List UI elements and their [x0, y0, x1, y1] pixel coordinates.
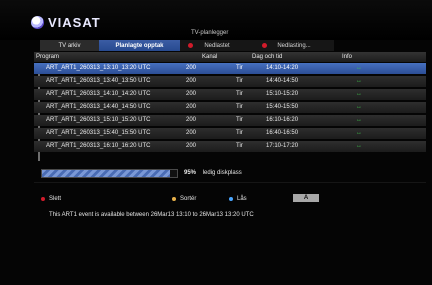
tab-label: TV arkiv [58, 42, 81, 49]
record-icon [262, 43, 267, 48]
row-tid: 16:10-16:20 [266, 117, 299, 123]
row-dag: Tir [236, 104, 243, 110]
legend-sort-label: Sortér [180, 196, 197, 202]
disk-space-text: 95% ledig diskplass [184, 170, 242, 176]
row-dag: Tir [236, 130, 243, 136]
row-tid: 15:10-15:20 [266, 91, 299, 97]
tab-nedlasting[interactable]: Nedlasting... [254, 40, 334, 51]
record-icon [188, 43, 193, 48]
viasat-logo-icon [31, 16, 44, 29]
row-program: ART_ART1_260313_14:10_14:20 UTC [46, 91, 151, 97]
blue-button-icon [229, 197, 233, 201]
row-tid: 16:40-16:50 [266, 130, 299, 136]
col-dag-och-tid: Dag och tid [252, 54, 283, 60]
row-tid: 17:10-17:20 [266, 143, 299, 149]
info-arrow-icon[interactable]: ↔ [356, 65, 362, 71]
row-kanal: 200 [186, 104, 197, 110]
logo-text: VIASAT [48, 15, 101, 30]
legend-lock-label: Lås [237, 196, 247, 202]
tab-nedlastet[interactable]: Nedlastet [180, 40, 254, 51]
row-dag: Tir [236, 65, 243, 71]
column-header: Program Kanal Dag och tid Info [34, 52, 426, 62]
table-row[interactable]: ART_ART1_260313_13:10_13:20 UTC 200 Tir … [34, 63, 426, 74]
legend-delete[interactable]: Slett [41, 196, 61, 202]
legend-sort[interactable]: Sortér [172, 196, 196, 202]
row-dag: Tir [236, 91, 243, 97]
header: VIASAT TV-planlegger [0, 0, 432, 40]
event-info-text: This ART1 event is available between 26M… [49, 212, 254, 218]
row-dag: Tir [236, 117, 243, 123]
row-kanal: 200 [186, 117, 197, 123]
table-row[interactable]: ART_ART1_260313_13:40_13:50 UTC 200 Tir … [34, 76, 426, 87]
tab-tv-arkiv[interactable]: TV arkiv [40, 40, 99, 51]
info-arrow-icon[interactable]: ↔ [356, 104, 362, 110]
row-program: ART_ART1_260313_13:40_13:50 UTC [46, 78, 151, 84]
recordings-list: ART_ART1_260313_13:10_13:20 UTC 200 Tir … [34, 63, 426, 154]
row-program: ART_ART1_260313_14:40_14:50 UTC [46, 104, 151, 110]
info-arrow-icon[interactable]: ↔ [356, 130, 362, 136]
tab-label: Nedlastet [204, 42, 230, 49]
disk-space-bar [41, 169, 178, 178]
screen: VIASAT TV-planlegger TV arkiv Planlagte … [0, 0, 432, 285]
row-tid: 14:10-14:20 [266, 65, 299, 71]
row-program: ART_ART1_260313_16:10_16:20 UTC [46, 143, 151, 149]
tab-planlagte-opptak[interactable]: Planlagte opptak [99, 40, 180, 51]
tab-bar: TV arkiv Planlagte opptak Nedlastet Nedl… [40, 40, 402, 51]
table-row[interactable]: ART_ART1_260313_14:40_14:50 UTC 200 Tir … [34, 102, 426, 113]
row-kanal: 200 [186, 78, 197, 84]
red-button-icon [41, 197, 45, 201]
row-program: ART_ART1_260313_15:10_15:20 UTC [46, 117, 151, 123]
row-program: ART_ART1_260313_15:40_15:50 UTC [46, 130, 151, 136]
tab-label: Nedlasting... [277, 42, 311, 49]
tab-label: Planlagte opptak [115, 42, 164, 49]
legend-lock[interactable]: Lås [229, 196, 247, 202]
table-row[interactable]: ART_ART1_260313_16:10_16:20 UTC 200 Tir … [34, 141, 426, 152]
row-kanal: 200 [186, 143, 197, 149]
col-info: Info [342, 54, 353, 60]
legend-delete-label: Slett [49, 196, 62, 202]
divider [34, 182, 426, 183]
row-kanal: 200 [186, 130, 197, 136]
viasat-logo: VIASAT [31, 15, 101, 30]
row-kanal: 200 [186, 91, 197, 97]
row-dag: Tir [236, 78, 243, 84]
table-row[interactable]: ART_ART1_260313_14:10_14:20 UTC 200 Tir … [34, 89, 426, 100]
row-tid: 15:40-15:50 [266, 104, 299, 110]
table-row[interactable]: ART_ART1_260313_15:40_15:50 UTC 200 Tir … [34, 128, 426, 139]
col-program: Program [36, 54, 60, 60]
info-arrow-icon[interactable]: ↔ [356, 91, 362, 97]
page-title: TV-planlegger [191, 30, 229, 36]
key-a-button[interactable]: A [293, 194, 319, 202]
disk-space-fill [42, 170, 171, 177]
info-arrow-icon[interactable]: ↔ [356, 78, 362, 84]
disk-label: ledig diskplass [202, 170, 242, 176]
row-kanal: 200 [186, 65, 197, 71]
col-kanal: Kanal [202, 54, 218, 60]
yellow-button-icon [172, 197, 176, 201]
row-program: ART_ART1_260313_13:10_13:20 UTC [46, 65, 151, 71]
row-tid: 14:40-14:50 [266, 78, 299, 84]
disk-percent: 95% [184, 170, 197, 176]
row-dag: Tir [236, 143, 243, 149]
info-arrow-icon[interactable]: ↔ [356, 143, 362, 149]
info-arrow-icon[interactable]: ↔ [356, 117, 362, 123]
table-row[interactable]: ART_ART1_260313_15:10_15:20 UTC 200 Tir … [34, 115, 426, 126]
